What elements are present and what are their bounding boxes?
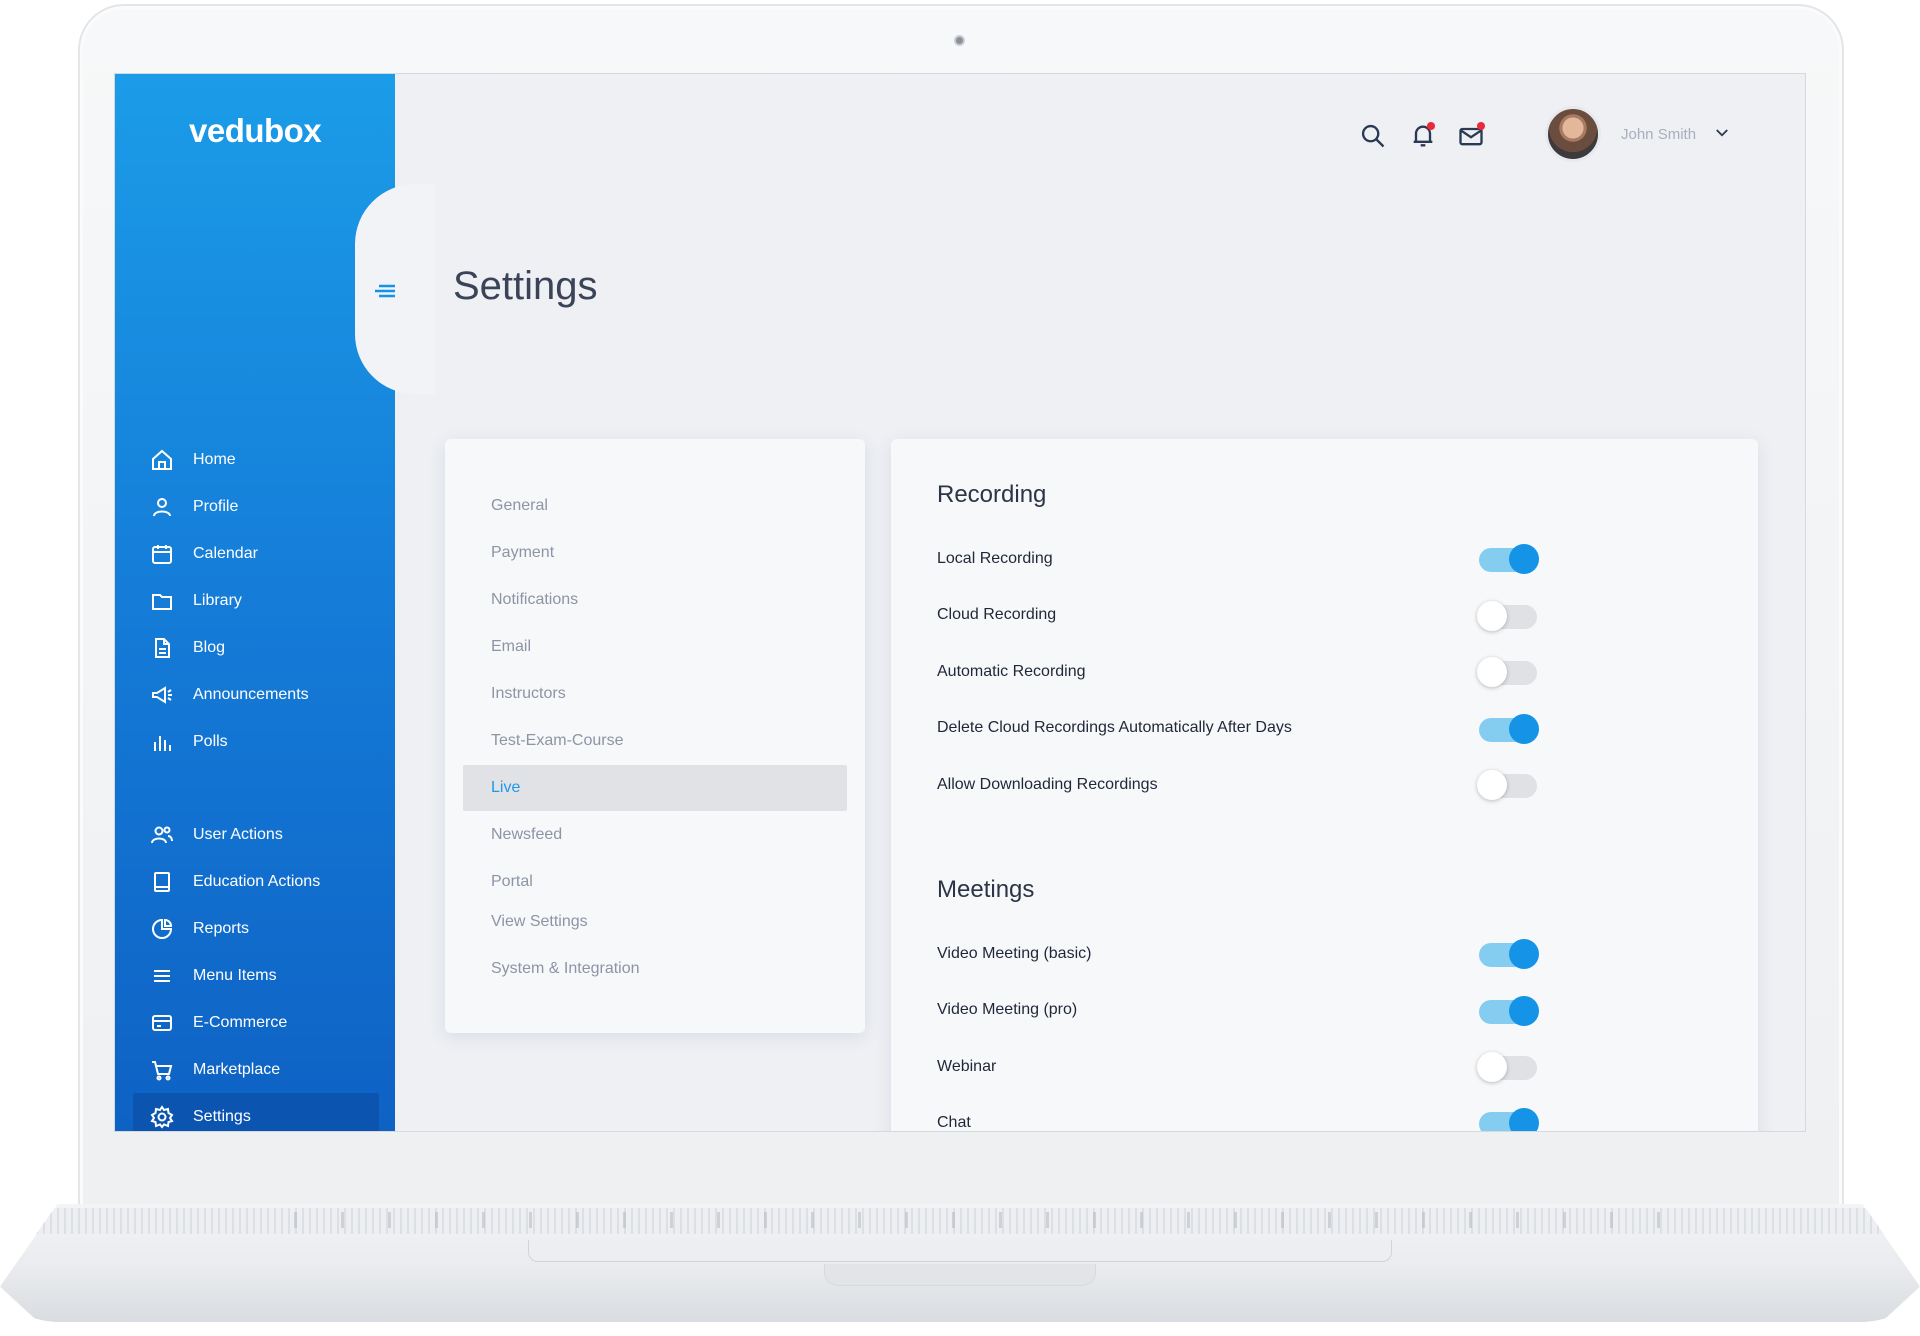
setting-label: Delete Cloud Recordings Automatically Af… xyxy=(937,719,1292,736)
bell-icon[interactable] xyxy=(1409,122,1437,150)
setting-label: Video Meeting (basic) xyxy=(937,945,1092,962)
setting-label: Chat xyxy=(937,1114,971,1131)
delete-cloud-recordings-toggle[interactable] xyxy=(1479,714,1539,744)
sidebar-item-label: Settings xyxy=(193,1107,251,1125)
message-dot xyxy=(1477,122,1485,130)
webinar-toggle[interactable] xyxy=(1477,1052,1537,1082)
sidebar-item-label: Home xyxy=(193,450,236,468)
local-recording-toggle[interactable] xyxy=(1479,544,1539,574)
vedubox-logo: vedubox xyxy=(189,112,322,149)
setting-label: Cloud Recording xyxy=(937,606,1057,623)
sidebar: vedubox Home Profile Calendar Library Bl… xyxy=(115,74,395,1131)
settings-menu-notifications[interactable]: Notifications xyxy=(463,577,847,623)
settings-menu-view-settings[interactable]: View Settings xyxy=(463,899,847,945)
search-icon[interactable] xyxy=(1359,122,1387,150)
sidebar-item-label: User Actions xyxy=(193,825,283,843)
laptop-trackpad-lip xyxy=(528,1240,1392,1262)
video-meeting-pro-toggle[interactable] xyxy=(1479,996,1539,1026)
document-icon xyxy=(149,635,175,661)
video-meeting-basic-toggle[interactable] xyxy=(1479,939,1539,969)
sidebar-item-blog[interactable]: Blog xyxy=(133,624,379,671)
sidebar-item-label: Polls xyxy=(193,732,228,750)
setting-label: Automatic Recording xyxy=(937,663,1086,680)
sidebar-item-label: Marketplace xyxy=(193,1060,281,1078)
credit-card-icon xyxy=(149,1010,175,1036)
settings-menu-test-exam-course[interactable]: Test-Exam-Course xyxy=(463,718,847,764)
bar-chart-icon xyxy=(149,729,175,755)
setting-label: Allow Downloading Recordings xyxy=(937,776,1158,793)
chat-toggle[interactable] xyxy=(1479,1108,1539,1131)
app-screen: vedubox Home Profile Calendar Library Bl… xyxy=(114,73,1806,1132)
allow-downloading-toggle[interactable] xyxy=(1477,770,1537,800)
sidebar-nav: Home Profile Calendar Library Blog Annou… xyxy=(133,436,379,1131)
users-icon xyxy=(149,822,175,848)
list-icon xyxy=(149,963,175,989)
setting-label: Video Meeting (pro) xyxy=(937,1001,1078,1018)
book-icon xyxy=(149,869,175,895)
laptop-keys xyxy=(250,1212,1670,1228)
setting-label: Webinar xyxy=(937,1058,997,1075)
live-settings-panel: Recording Local Recording Cloud Recordin… xyxy=(891,439,1758,1131)
sidebar-item-announcements[interactable]: Announcements xyxy=(133,671,379,718)
mail-icon[interactable] xyxy=(1457,122,1485,150)
home-icon xyxy=(149,447,175,473)
cloud-recording-toggle[interactable] xyxy=(1477,601,1537,631)
user-name[interactable]: John Smith xyxy=(1621,126,1696,143)
settings-menu-general[interactable]: General xyxy=(463,483,847,529)
gear-icon xyxy=(149,1104,175,1130)
sidebar-item-label: Profile xyxy=(193,497,239,515)
chevron-down-icon[interactable] xyxy=(1713,124,1731,142)
sidebar-item-label: Announcements xyxy=(193,685,309,703)
settings-menu: General Payment Notifications Email Inst… xyxy=(445,439,865,1033)
camera-icon xyxy=(954,35,965,46)
recording-section-title: Recording xyxy=(937,481,1047,508)
sidebar-item-label: Blog xyxy=(193,638,226,656)
sidebar-separator xyxy=(133,765,379,811)
sidebar-item-profile[interactable]: Profile xyxy=(133,483,379,530)
sidebar-item-label: Calendar xyxy=(193,544,258,562)
megaphone-icon xyxy=(149,682,175,708)
sidebar-item-label: Reports xyxy=(193,919,250,937)
notification-dot xyxy=(1427,122,1435,130)
avatar[interactable] xyxy=(1545,106,1601,162)
calendar-icon xyxy=(149,541,175,567)
sidebar-item-marketplace[interactable]: Marketplace xyxy=(133,1046,379,1093)
page-title: Settings xyxy=(453,264,598,308)
user-icon xyxy=(149,494,175,520)
sidebar-item-label: E-Commerce xyxy=(193,1013,288,1031)
sidebar-item-reports[interactable]: Reports xyxy=(133,905,379,952)
cart-icon xyxy=(149,1057,175,1083)
settings-menu-payment[interactable]: Payment xyxy=(463,530,847,576)
collapse-menu-icon[interactable] xyxy=(373,282,397,300)
sidebar-item-user-actions[interactable]: User Actions xyxy=(133,811,379,858)
sidebar-item-settings[interactable]: Settings xyxy=(133,1093,379,1131)
settings-menu-email[interactable]: Email xyxy=(463,624,847,670)
pie-chart-icon xyxy=(149,916,175,942)
sidebar-item-education-actions[interactable]: Education Actions xyxy=(133,858,379,905)
sidebar-item-label: Library xyxy=(193,591,242,609)
automatic-recording-toggle[interactable] xyxy=(1477,657,1537,687)
sidebar-item-home[interactable]: Home xyxy=(133,436,379,483)
sidebar-item-polls[interactable]: Polls xyxy=(133,718,379,765)
folder-icon xyxy=(149,588,175,614)
sidebar-item-calendar[interactable]: Calendar xyxy=(133,530,379,577)
settings-menu-instructors[interactable]: Instructors xyxy=(463,671,847,717)
sidebar-item-e-commerce[interactable]: E-Commerce xyxy=(133,999,379,1046)
laptop-hinge-notch xyxy=(824,1264,1096,1286)
settings-menu-system-integration[interactable]: System & Integration xyxy=(463,946,847,992)
sidebar-item-label: Education Actions xyxy=(193,872,321,890)
settings-menu-newsfeed[interactable]: Newsfeed xyxy=(463,812,847,858)
sidebar-item-label: Menu Items xyxy=(193,966,277,984)
sidebar-item-library[interactable]: Library xyxy=(133,577,379,624)
setting-label: Local Recording xyxy=(937,550,1053,567)
sidebar-item-menu-items[interactable]: Menu Items xyxy=(133,952,379,999)
settings-menu-live[interactable]: Live xyxy=(463,765,847,811)
meetings-section-title: Meetings xyxy=(937,876,1035,903)
